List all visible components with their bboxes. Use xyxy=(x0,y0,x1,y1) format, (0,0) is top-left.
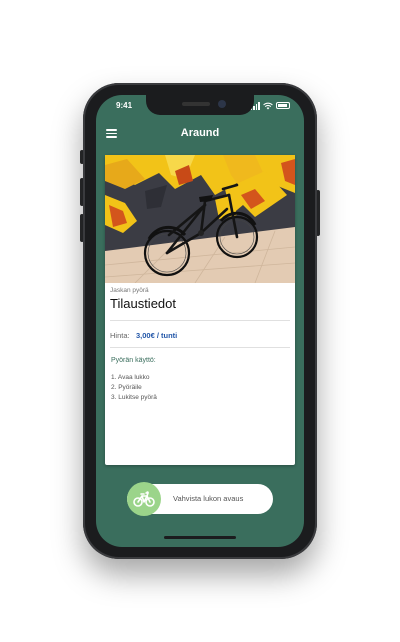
battery-icon xyxy=(276,102,290,109)
notch xyxy=(146,95,254,115)
divider xyxy=(110,320,290,321)
status-time: 9:41 xyxy=(116,101,133,110)
wifi-icon xyxy=(263,102,273,109)
app-screen: 9:41 Araund Jaskan pyörä Tilaustiedot Hi… xyxy=(96,95,304,547)
camera-icon xyxy=(218,100,226,108)
owner-label: Jaskan pyörä xyxy=(110,287,149,294)
usage-title: Pyörän käyttö: xyxy=(111,357,156,364)
price-value: 3,00€ / tunti xyxy=(136,331,178,340)
bicycle-photo xyxy=(105,155,295,283)
usage-step: 3. Lukitse pyörä xyxy=(111,394,157,401)
usage-step: 1. Avaa lukko xyxy=(111,374,150,381)
confirm-unlock-slider[interactable]: Vahvista lukon avaus xyxy=(127,482,273,516)
confirm-unlock-label: Vahvista lukon avaus xyxy=(173,494,244,503)
app-title: Araund xyxy=(180,127,220,139)
usage-step: 2. Pyöräile xyxy=(111,384,142,391)
page-title: Tilaustiedot xyxy=(110,296,176,311)
divider xyxy=(110,347,290,348)
home-indicator xyxy=(164,536,236,539)
bicycle-icon[interactable] xyxy=(127,482,161,516)
order-details-card: Jaskan pyörä Tilaustiedot Hinta: 3,00€ /… xyxy=(105,155,295,465)
price-label: Hinta: xyxy=(110,331,130,340)
status-icons xyxy=(250,101,290,110)
usage-steps: 1. Avaa lukko 2. Pyöräile 3. Lukitse pyö… xyxy=(111,373,157,403)
